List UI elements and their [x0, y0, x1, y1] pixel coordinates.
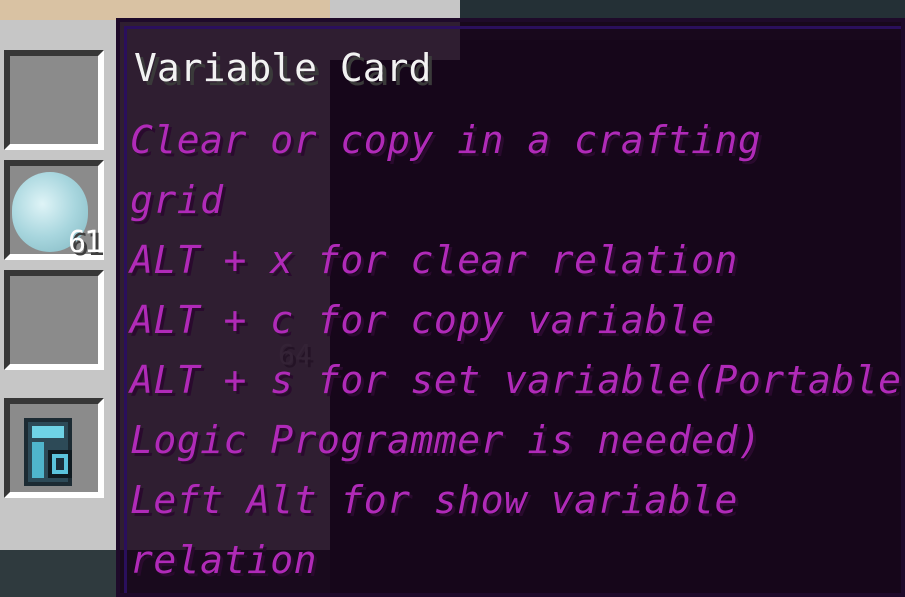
tooltip-line: Clear or copy in a crafting — [130, 118, 762, 162]
tooltip-line: ALT + s for set variable(Portable — [130, 358, 902, 402]
inventory-slot-5[interactable] — [4, 50, 104, 150]
variable-card-icon — [24, 418, 72, 486]
tooltip-line: Logic Programmer is needed) — [130, 418, 762, 462]
tooltip-line: Left Alt for show variable — [130, 478, 738, 522]
item-stack-count: 61 — [68, 225, 102, 260]
tooltip-line: ALT + c for copy variable — [130, 298, 715, 342]
tooltip-line: relation — [130, 538, 318, 582]
tooltip-title: Variable Card — [134, 46, 432, 90]
inventory-slot-7[interactable] — [4, 270, 104, 370]
tooltip-line: ALT + x for clear relation — [130, 238, 738, 282]
tooltip-line: grid — [130, 178, 224, 222]
